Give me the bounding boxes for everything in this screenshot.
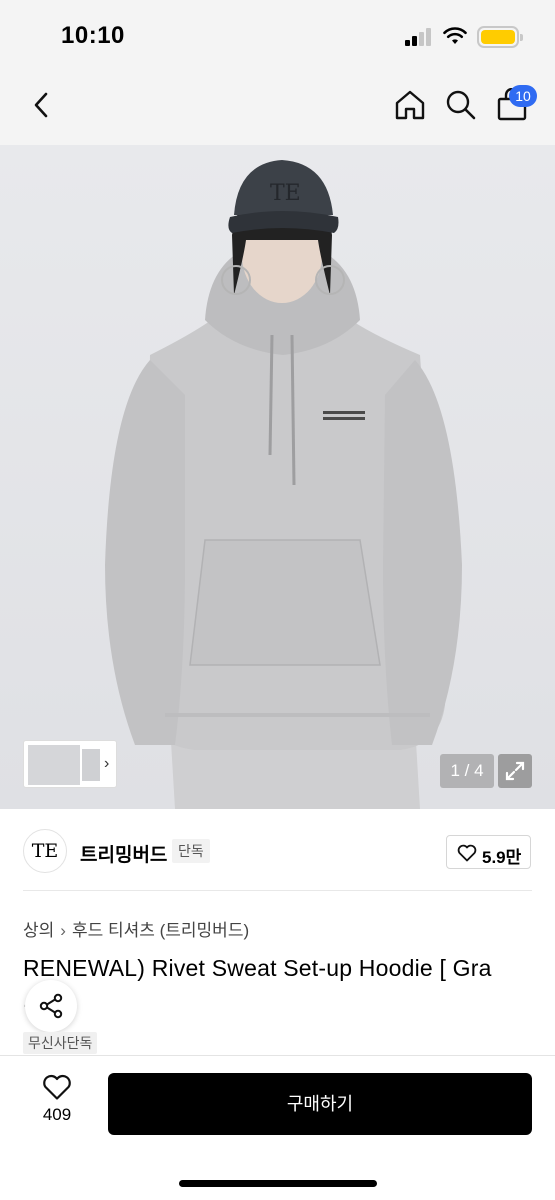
exclusive-tag: 무신사단독 bbox=[23, 1032, 98, 1054]
home-indicator bbox=[179, 1180, 377, 1187]
buy-button[interactable]: 구매하기 bbox=[108, 1073, 532, 1135]
breadcrumb-subcategory[interactable]: 후드 티셔츠 (트리밍버드) bbox=[72, 916, 249, 941]
share-icon bbox=[39, 993, 63, 1019]
cellular-signal-icon bbox=[405, 28, 435, 46]
gallery-thumbnail-strip[interactable]: › bbox=[23, 740, 117, 788]
share-button[interactable] bbox=[25, 980, 77, 1032]
chevron-right-icon: › bbox=[60, 921, 66, 940]
wishlist-count: 409 bbox=[42, 1105, 72, 1124]
brand-like-count: 5.9만 bbox=[482, 848, 522, 867]
home-icon[interactable] bbox=[393, 88, 427, 122]
product-photo-illustration: TE bbox=[105, 160, 462, 809]
brand-name[interactable]: 트리밍버드 bbox=[80, 840, 167, 867]
status-bar: 10:10 bbox=[0, 0, 555, 70]
heart-icon bbox=[457, 844, 477, 862]
brand-row: TE 트리밍버드 단독 5.9만 bbox=[0, 810, 555, 890]
back-icon[interactable] bbox=[28, 90, 56, 120]
heart-icon bbox=[43, 1074, 71, 1100]
nav-header bbox=[0, 70, 555, 145]
cart-count-badge: 10 bbox=[509, 85, 537, 107]
search-icon[interactable] bbox=[444, 88, 478, 122]
svg-text:TE: TE bbox=[270, 181, 301, 206]
gallery-thumbnail-1[interactable] bbox=[28, 745, 80, 785]
gallery-counter: 1 / 4 bbox=[440, 754, 494, 788]
brand-exclusive-tag: 단독 bbox=[172, 839, 210, 863]
battery-icon bbox=[477, 26, 523, 48]
wifi-icon bbox=[443, 27, 467, 44]
status-time: 10:10 bbox=[61, 22, 125, 49]
product-title: RENEWAL) Rivet Sweat Set-up Hoodie [ Gra bbox=[23, 955, 492, 981]
brand-like-button[interactable]: 5.9만 bbox=[446, 835, 531, 869]
breadcrumb: 상의 › 후드 티셔츠 (트리밍버드) bbox=[23, 916, 249, 941]
expand-icon[interactable] bbox=[498, 754, 532, 788]
breadcrumb-category[interactable]: 상의 bbox=[23, 916, 54, 941]
wishlist-button[interactable]: 409 bbox=[30, 1074, 84, 1134]
chevron-right-icon: › bbox=[104, 755, 110, 772]
brand-logo[interactable]: TE bbox=[23, 829, 67, 873]
bottom-action-bar: 409 구매하기 bbox=[0, 1055, 555, 1200]
gallery-thumbnail-2[interactable] bbox=[82, 749, 100, 781]
divider bbox=[23, 890, 532, 891]
product-image[interactable]: TE bbox=[0, 145, 555, 809]
